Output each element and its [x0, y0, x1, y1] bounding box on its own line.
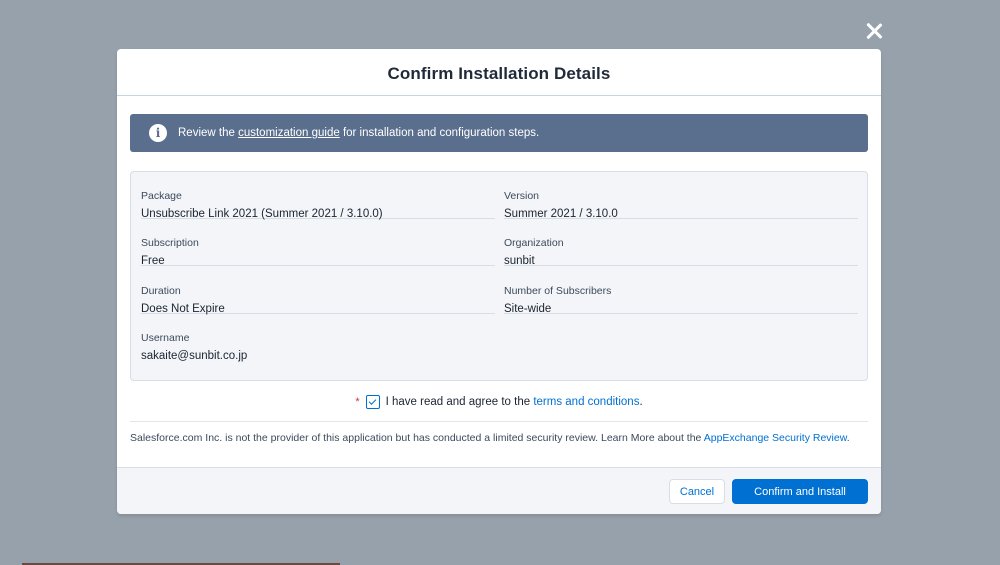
- detail-organization: Organization sunbit: [504, 219, 858, 267]
- divider: [130, 421, 868, 422]
- modal-body: i Review the customization guide for ins…: [117, 96, 881, 467]
- info-icon: i: [149, 124, 167, 142]
- checkmark-icon: [368, 397, 377, 405]
- detail-label: Package: [141, 190, 182, 202]
- detail-subscription: Subscription Free: [141, 219, 495, 267]
- detail-username: Username sakaite@sunbit.co.jp: [141, 314, 495, 362]
- info-banner: i Review the customization guide for ins…: [130, 114, 868, 152]
- modal-footer: Cancel Confirm and Install: [117, 467, 881, 514]
- detail-subscribers: Number of Subscribers Site-wide: [504, 267, 858, 315]
- info-banner-text: Review the customization guide for insta…: [178, 127, 540, 139]
- detail-value: sunbit: [504, 255, 535, 267]
- cancel-button[interactable]: Cancel: [669, 479, 725, 504]
- close-icon[interactable]: [862, 19, 886, 43]
- detail-label: Subscription: [141, 237, 199, 249]
- detail-label: Username: [141, 332, 190, 344]
- modal-title: Confirm Installation Details: [387, 63, 611, 83]
- required-marker: *: [355, 396, 360, 408]
- modal-header: Confirm Installation Details: [117, 49, 881, 96]
- package-details: Package Unsubscribe Link 2021 (Summer 20…: [130, 171, 868, 381]
- terms-link[interactable]: terms and conditions: [533, 396, 639, 408]
- terms-checkbox[interactable]: [365, 395, 380, 409]
- detail-value: sakaite@sunbit.co.jp: [141, 350, 248, 362]
- install-modal: Confirm Installation Details i Review th…: [117, 49, 881, 514]
- terms-text: I have read and agree to the: [385, 396, 534, 408]
- detail-label: Organization: [504, 237, 564, 249]
- security-review-link[interactable]: AppExchange Security Review: [704, 432, 847, 444]
- detail-label: Duration: [141, 285, 181, 297]
- detail-label: Version: [504, 190, 540, 202]
- terms-agreement: * I have read and agree to the terms and…: [355, 395, 643, 409]
- confirm-install-button[interactable]: Confirm and Install: [732, 479, 868, 504]
- security-disclaimer: Salesforce.com Inc. is not the provider …: [130, 432, 850, 444]
- detail-value: Free: [141, 255, 165, 267]
- detail-value: Site-wide: [504, 303, 552, 315]
- detail-label: Number of Subscribers: [504, 285, 612, 297]
- detail-version: Version Summer 2021 / 3.10.0: [504, 172, 858, 220]
- detail-duration: Duration Does Not Expire: [141, 267, 495, 315]
- detail-package: Package Unsubscribe Link 2021 (Summer 20…: [141, 172, 495, 220]
- customization-guide-link[interactable]: customization guide: [238, 127, 340, 139]
